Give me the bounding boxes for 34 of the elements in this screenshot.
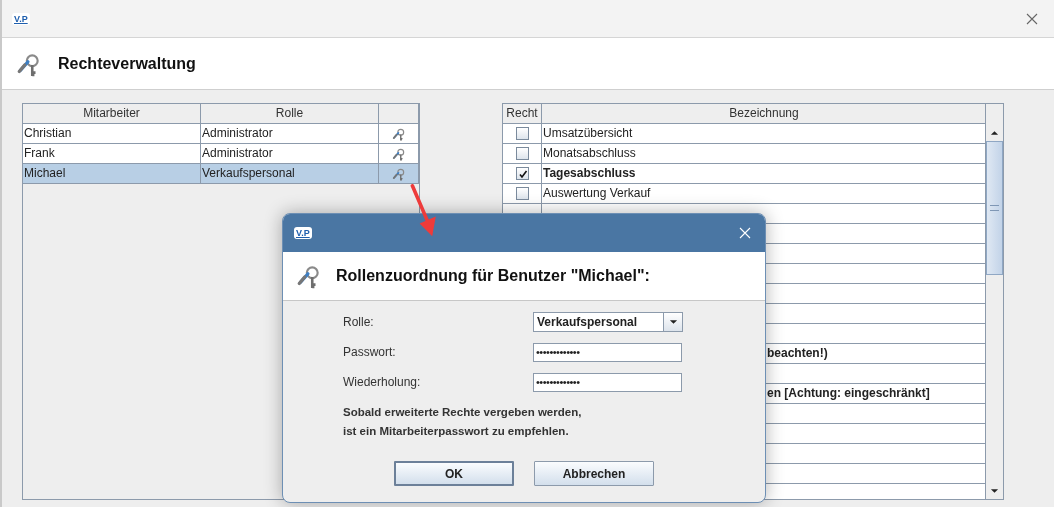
checkbox[interactable]: [516, 127, 529, 140]
hint-text: ist ein Mitarbeiterpasswort zu empfehlen.: [343, 425, 570, 437]
scrollbar[interactable]: [985, 104, 1003, 499]
window-title: Rechteverwaltung: [58, 54, 196, 73]
password-field[interactable]: •••••••••••••: [533, 372, 682, 392]
employee-row[interactable]: Frank Administrator: [23, 144, 419, 164]
app-logo: V.P: [12, 12, 30, 25]
table-cell: Verkaufspersonal: [201, 164, 379, 184]
employee-row[interactable]: Christian Administrator: [23, 124, 419, 144]
role-dropdown[interactable]: Verkaufspersonal: [533, 312, 683, 332]
table-cell: Michael: [23, 164, 201, 184]
column-header[interactable]: Recht: [503, 104, 542, 124]
checkbox[interactable]: [516, 147, 529, 160]
employee-row[interactable]: Michael Verkaufspersonal: [23, 164, 419, 184]
close-icon[interactable]: [1026, 12, 1038, 25]
table-cell: Umsatzübersicht: [543, 126, 633, 140]
table-cell: Tagesabschluss: [543, 166, 636, 180]
dialog-button[interactable]: OK: [394, 461, 514, 486]
app-logo: V.P: [294, 227, 312, 239]
checkbox[interactable]: [516, 187, 529, 200]
field-label: Passwort:: [343, 344, 397, 361]
field-label: Rolle:: [343, 314, 375, 331]
table-cell: Monatsabschluss: [543, 146, 636, 160]
table-cell: en [Achtung: eingeschränkt]: [767, 386, 930, 400]
hint-text: Sobald erweiterte Rechte vergeben werden,: [343, 406, 583, 418]
dialog-title: Rollenzuordnung für Benutzer "Michael":: [336, 267, 650, 285]
annotation-arrow: [410, 184, 436, 237]
caret-icon: [668, 319, 678, 325]
table-cell: Auswertung Verkauf: [543, 186, 651, 200]
dialog-button[interactable]: Abbrechen: [534, 461, 654, 486]
checkbox[interactable]: [516, 167, 529, 180]
table-cell: beachten!): [767, 346, 828, 360]
password-field[interactable]: •••••••••••••: [533, 342, 682, 362]
field-label: Wiederholung:: [343, 374, 422, 391]
